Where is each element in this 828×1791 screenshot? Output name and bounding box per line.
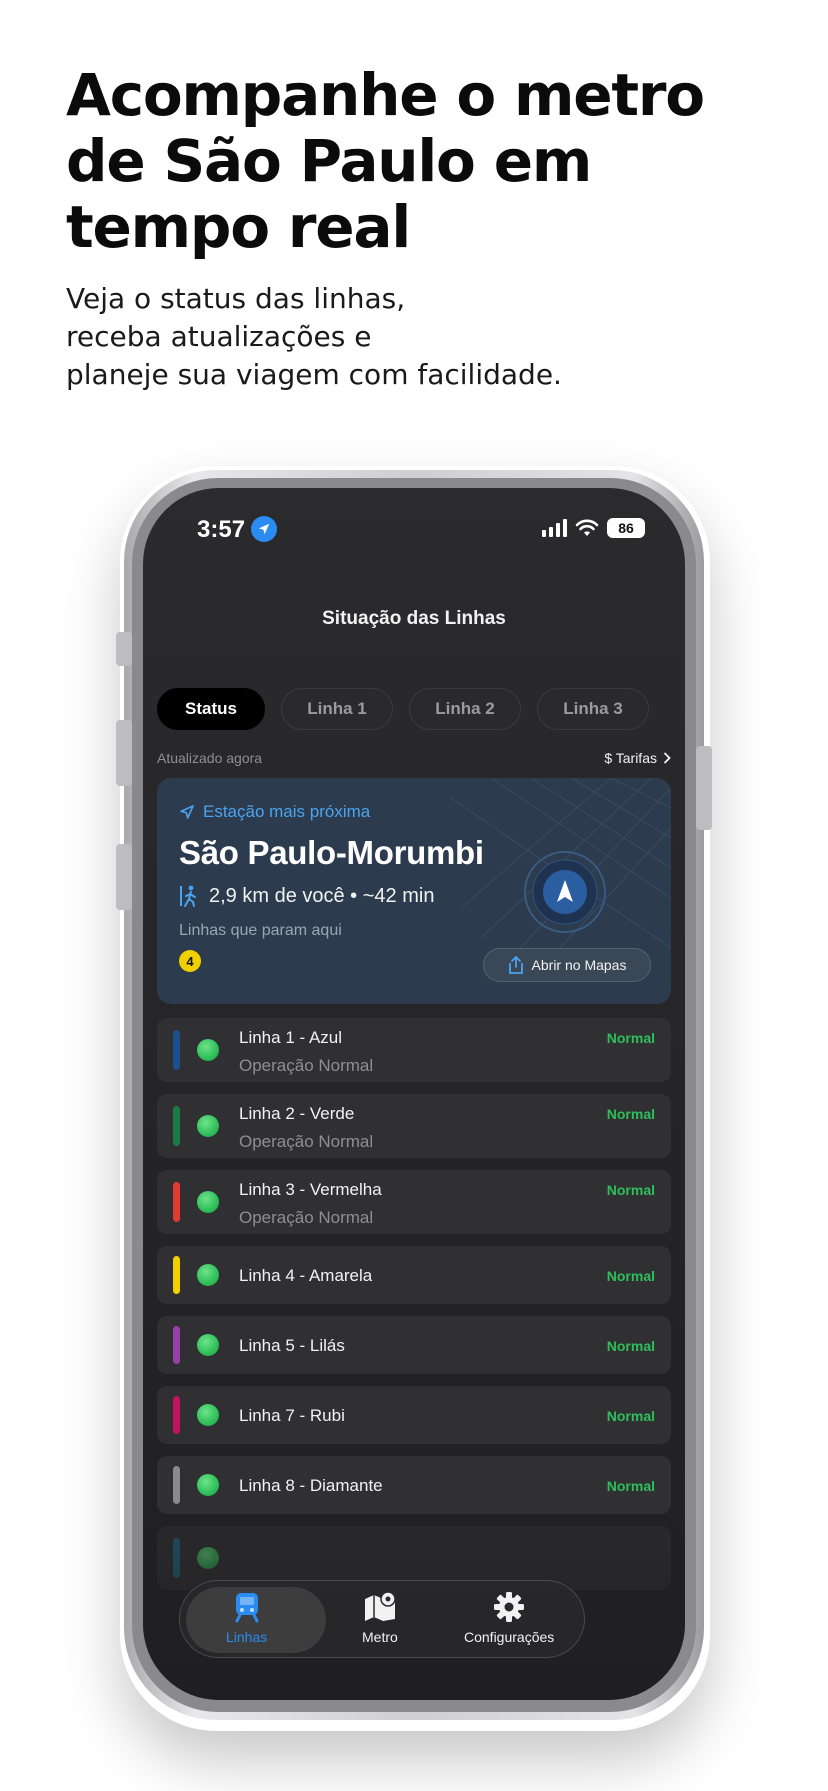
line-row-5[interactable]: Linha 5 - Lilás Normal (157, 1316, 671, 1374)
tab-configuracoes[interactable]: Configurações (464, 1591, 554, 1645)
status-indicators: 86 (542, 518, 645, 538)
promo-subtitle: Veja o status das linhas, receba atualiz… (66, 280, 786, 394)
tab-linhas[interactable]: Linhas (226, 1591, 267, 1645)
line-row-8[interactable]: Linha 8 - Diamante Normal (157, 1456, 671, 1514)
promo-subtitle-line: planeje sua viagem com facilidade. (66, 358, 562, 391)
line-name: Linha 4 - Amarela (239, 1266, 373, 1285)
cellular-signal-icon (542, 519, 567, 537)
fares-label: $ Tarifas (604, 750, 657, 766)
line-name: Linha 7 - Rubi (239, 1406, 345, 1425)
line-tabs: Status Linha 1 Linha 2 Linha 3 (157, 688, 649, 730)
tab-status[interactable]: Status (157, 688, 265, 730)
line-name: Linha 3 - Vermelha (239, 1180, 382, 1199)
status-ok-icon (197, 1115, 219, 1137)
tab-linha-1[interactable]: Linha 1 (281, 688, 393, 730)
nearest-station-label-row: Estação mais próxima (179, 802, 370, 822)
bottom-tab-bar: Linhas Metro Configurações (179, 1580, 585, 1658)
line-name: Linha 2 - Verde (239, 1104, 355, 1123)
status-ok-icon (197, 1191, 219, 1213)
line-name: Linha 8 - Diamante (239, 1476, 383, 1495)
line-status: Normal (606, 1106, 655, 1122)
line-status: Normal (606, 1408, 655, 1424)
line-operation: Operação Normal (239, 1132, 374, 1151)
line-color-bar (173, 1326, 180, 1364)
phone-screen: 3:57 86 Situação das Linhas Status Linha… (143, 488, 685, 1700)
promo-title-line: Acompanhe o metro (66, 61, 705, 129)
walking-icon (180, 885, 196, 907)
phone-volume-down (116, 844, 132, 910)
status-ok-icon (197, 1404, 219, 1426)
compass-icon (524, 851, 606, 933)
page-title: Situação das Linhas (322, 608, 506, 629)
map-pin-icon (364, 1591, 396, 1621)
tab-linha-2[interactable]: Linha 2 (409, 688, 521, 730)
phone-mute-switch (116, 632, 132, 666)
line-operation: Operação Normal (239, 1208, 374, 1227)
promo-title: Acompanhe o metro de São Paulo em tempo … (66, 62, 786, 260)
line-color-bar (173, 1030, 180, 1070)
line-color-bar (173, 1182, 180, 1222)
promo-title-line: tempo real (66, 193, 411, 261)
nearest-station-label: Estação mais próxima (203, 802, 371, 821)
line-color-bar (173, 1396, 180, 1434)
line-status: Normal (606, 1030, 655, 1046)
chevron-right-icon (663, 752, 671, 764)
tab-metro[interactable]: Metro (362, 1591, 398, 1645)
location-arrow-icon (251, 516, 277, 542)
line-operation: Operação Normal (239, 1056, 374, 1075)
line-row-4[interactable]: Linha 4 - Amarela Normal (157, 1246, 671, 1304)
status-ok-icon (197, 1334, 219, 1356)
phone-power-button (696, 746, 712, 830)
line-color-bar (173, 1256, 180, 1294)
station-distance-row: 2,9 km de você • ~42 min (179, 884, 434, 908)
line-color-bar (173, 1466, 180, 1504)
tab-linha-3[interactable]: Linha 3 (537, 688, 649, 730)
fares-link[interactable]: $ Tarifas (604, 750, 671, 766)
open-maps-button[interactable]: Abrir no Mapas (483, 948, 651, 982)
gear-icon (494, 1592, 525, 1622)
tab-linhas-label: Linhas (226, 1629, 268, 1645)
status-ok-icon (197, 1264, 219, 1286)
line-status: Normal (606, 1338, 655, 1354)
location-arrow-icon (180, 805, 194, 819)
updated-label: Atualizado agora (157, 750, 263, 766)
tab-metro-label: Metro (362, 1629, 398, 1645)
line-row-7[interactable]: Linha 7 - Rubi Normal (157, 1386, 671, 1444)
promo-subtitle-line: Veja o status das linhas, (66, 282, 406, 315)
status-ok-icon (197, 1039, 219, 1061)
promo-title-line: de São Paulo em (66, 127, 592, 195)
status-ok-icon (197, 1474, 219, 1496)
tab-configuracoes-label: Configurações (464, 1629, 555, 1645)
station-name: São Paulo-Morumbi (179, 834, 484, 871)
line-status: Normal (606, 1182, 655, 1198)
share-icon (508, 956, 523, 974)
status-time: 3:57 (197, 516, 246, 543)
phone-volume-up (116, 720, 132, 786)
line-color-bar (173, 1106, 180, 1146)
train-icon (235, 1593, 259, 1623)
line-status: Normal (606, 1268, 655, 1284)
nearest-station-card[interactable]: Estação mais próxima São Paulo-Morumbi 2… (157, 778, 671, 1004)
battery-indicator: 86 (607, 518, 645, 538)
line-name: Linha 5 - Lilás (239, 1336, 345, 1355)
line-name: Linha 1 - Azul (239, 1028, 343, 1047)
promo-subtitle-line: receba atualizações e (66, 320, 372, 353)
line-status: Normal (606, 1478, 655, 1494)
open-maps-label: Abrir no Mapas (531, 957, 627, 973)
line-badge: 4 (179, 950, 201, 972)
line-row-3[interactable]: Linha 3 - Vermelha Operação Normal Norma… (157, 1170, 671, 1234)
station-lines-label: Linhas que param aqui (179, 922, 342, 939)
line-row-2[interactable]: Linha 2 - Verde Operação Normal Normal (157, 1094, 671, 1158)
wifi-icon (575, 519, 599, 536)
station-distance: 2,9 km de você • ~42 min (209, 884, 435, 907)
line-row-1[interactable]: Linha 1 - Azul Operação Normal Normal (157, 1018, 671, 1082)
